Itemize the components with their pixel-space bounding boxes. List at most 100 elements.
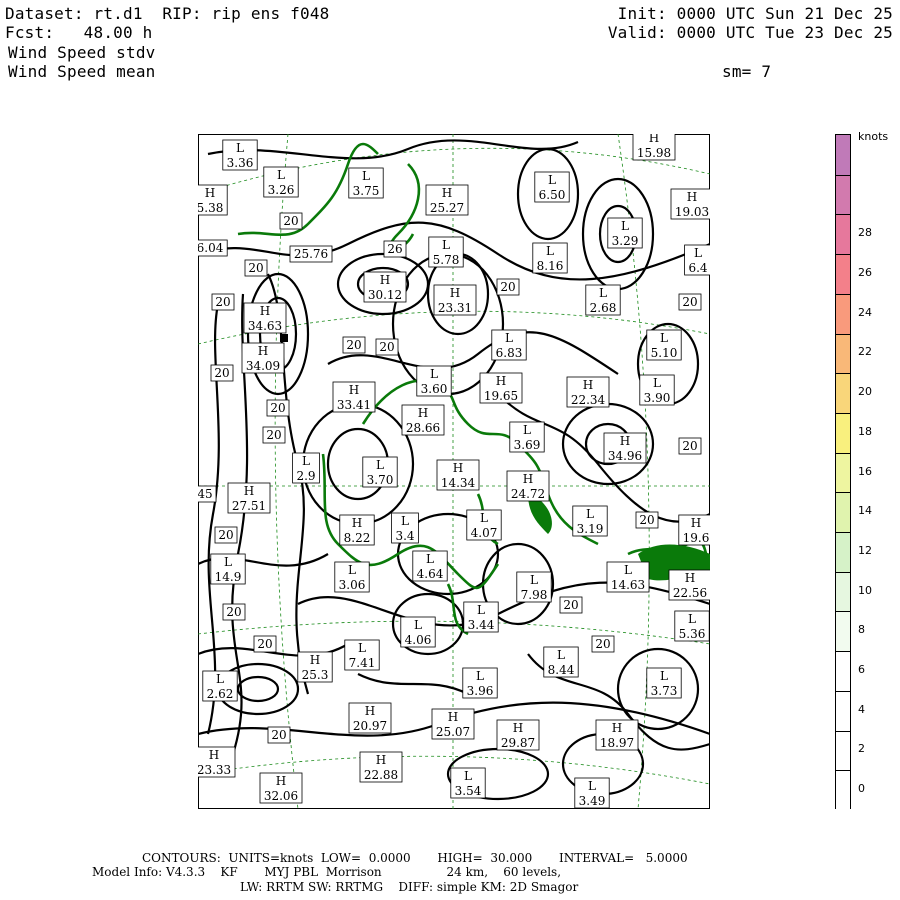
legend-tick-label: 6 xyxy=(858,663,865,677)
legend-tick-label: 24 xyxy=(858,305,872,319)
contour-value-label: 20 xyxy=(222,603,246,621)
extreme-value: 14.34 xyxy=(441,476,476,490)
extreme-type: H xyxy=(260,304,270,318)
extreme-value: 6.50 xyxy=(539,188,566,202)
low-label: L2.9 xyxy=(292,452,320,484)
extreme-value: 19.03 xyxy=(675,205,709,219)
legend-color-segment xyxy=(836,730,850,771)
low-label: L3.36 xyxy=(222,139,258,171)
legend-tick-label: 26 xyxy=(858,265,872,279)
contour-value-label: 20 xyxy=(214,526,238,544)
high-label: H20.97 xyxy=(348,702,392,734)
low-label: L3.29 xyxy=(607,217,643,249)
forecast-hour-label: Fcst: 48.00 h xyxy=(5,23,153,42)
extreme-value: 3.44 xyxy=(468,618,495,632)
low-label: L3.44 xyxy=(463,601,499,633)
extreme-value: 8.22 xyxy=(344,531,371,545)
extreme-type: H xyxy=(612,721,622,735)
extreme-value: 5.38 xyxy=(198,201,223,215)
extreme-type: L xyxy=(660,331,668,345)
high-label: H8.22 xyxy=(339,514,375,546)
low-label: L3.75 xyxy=(348,167,384,199)
high-label: H30.12 xyxy=(363,271,407,303)
extreme-value: 8.16 xyxy=(537,259,564,273)
extreme-type: H xyxy=(513,721,523,735)
extreme-value: 25.07 xyxy=(436,725,470,739)
legend-tick-label: 20 xyxy=(858,385,872,399)
extreme-type: L xyxy=(523,423,531,437)
legend-color-segment xyxy=(836,770,850,810)
contour-value-label: 20 xyxy=(211,293,235,311)
extreme-type: L xyxy=(624,563,632,577)
extreme-type: L xyxy=(442,238,450,252)
extreme-value: 2.62 xyxy=(207,687,234,701)
legend-color-segment xyxy=(836,492,850,533)
extreme-value: 20 xyxy=(215,295,230,309)
low-label: L3.73 xyxy=(646,667,682,699)
low-label: L4.06 xyxy=(400,616,436,648)
high-label: H29.87 xyxy=(496,719,540,751)
low-label: L3.19 xyxy=(572,505,608,537)
extreme-value: 3.06 xyxy=(339,578,366,592)
contour-value-label: 20 xyxy=(375,338,399,356)
legend-tick-label: 14 xyxy=(858,504,872,518)
low-label: L7.41 xyxy=(344,639,380,671)
contour-value-label: 20 xyxy=(678,437,702,455)
extreme-value: 20 xyxy=(270,401,285,415)
extreme-type: H xyxy=(376,753,386,767)
extreme-value: 25.76 xyxy=(294,247,328,261)
high-label: H22.34 xyxy=(566,376,610,408)
extreme-type: L xyxy=(236,141,244,155)
extreme-value: 26 xyxy=(387,242,402,256)
extreme-value: 20 xyxy=(595,637,610,651)
extreme-value: 7.41 xyxy=(349,656,376,670)
extreme-type: L xyxy=(401,514,409,528)
extreme-value: 22.56 xyxy=(673,586,707,600)
contour-value-label: 20 xyxy=(342,336,366,354)
physics-info: LW: RRTM SW: RRTMG DIFF: simple KM: 2D S… xyxy=(240,880,579,894)
extreme-value: 2.9 xyxy=(296,469,315,483)
contour-value-label: 20 xyxy=(266,399,290,417)
extreme-value: 19.6 xyxy=(683,531,710,545)
contour-value-label: 20 xyxy=(635,511,659,529)
high-label: H5.38 xyxy=(198,184,228,216)
color-legend xyxy=(835,134,851,810)
extreme-value: 8.44 xyxy=(548,663,575,677)
extreme-type: L xyxy=(477,603,485,617)
high-label: H15.98 xyxy=(632,134,676,161)
extreme-type: H xyxy=(496,374,506,388)
legend-color-segment xyxy=(836,174,850,215)
extreme-value: 22.88 xyxy=(364,768,398,782)
extreme-value: 32.06 xyxy=(264,789,298,803)
legend-color-segment xyxy=(836,452,850,493)
legend-color-segment xyxy=(836,214,850,255)
extreme-type: L xyxy=(480,511,488,525)
low-label: L6.50 xyxy=(534,171,570,203)
extreme-type: H xyxy=(685,571,695,585)
extreme-type: H xyxy=(583,378,593,392)
extreme-value: 24.72 xyxy=(511,487,545,501)
valid-time-label: Valid: 0000 UTC Tue 23 Dec 25 xyxy=(607,23,893,42)
extreme-value: 20 xyxy=(271,728,286,742)
extreme-type: H xyxy=(448,710,458,724)
extreme-type: L xyxy=(557,648,565,662)
extreme-type: L xyxy=(414,618,422,632)
extreme-value: 15.98 xyxy=(637,146,671,160)
extreme-type: H xyxy=(687,190,697,204)
extreme-type: H xyxy=(649,134,659,145)
low-label: L4.64 xyxy=(412,550,448,582)
low-label: L4.07 xyxy=(466,509,502,541)
low-label: L3.60 xyxy=(416,365,452,397)
extreme-value: 4.06 xyxy=(405,633,432,647)
low-label: L8.16 xyxy=(532,242,568,274)
extreme-value: 3.26 xyxy=(268,183,295,197)
extreme-type: H xyxy=(691,516,701,530)
extreme-type: L xyxy=(302,454,310,468)
high-label: H23.33 xyxy=(198,746,236,778)
extreme-value: 14.63 xyxy=(611,578,645,592)
legend-tick-label: 0 xyxy=(858,782,865,796)
legend-color-segment xyxy=(836,571,850,612)
low-label: L5.78 xyxy=(428,236,464,268)
extreme-type: H xyxy=(349,383,359,397)
extreme-value: 5.78 xyxy=(433,253,460,267)
